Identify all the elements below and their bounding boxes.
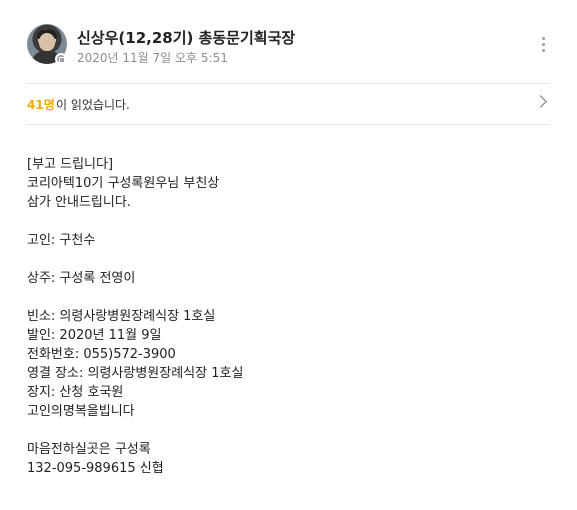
- more-dot-icon: [542, 49, 545, 52]
- content-line: 빈소: 의령사랑병원장례식장 1호실: [27, 309, 216, 324]
- author-name[interactable]: 신상우(12,28기) 총동문기획국장: [77, 27, 295, 48]
- content-line: 영결 장소: 의령사랑병원장례식장 1호실: [27, 366, 244, 381]
- content-line: 삼가 안내드립니다.: [27, 195, 131, 210]
- content-line: 고인: 구천수: [27, 233, 96, 248]
- post-timestamp: 2020년 11월 7일 오후 5:51: [77, 51, 228, 65]
- content-line: 상주: 구성록 전영이: [27, 271, 136, 286]
- content-line: 132-095-989615 신협: [27, 461, 164, 476]
- content-line: 장지: 산청 호국원: [27, 385, 124, 400]
- content-line: 마음전하실곳은 구성록: [27, 442, 151, 457]
- more-vertical-icon[interactable]: [538, 35, 548, 53]
- chevron-right-icon[interactable]: [534, 95, 547, 108]
- read-count: 41명: [27, 98, 55, 112]
- content-divider: [27, 124, 549, 125]
- content-line: 전화번호: 055)572-3900: [27, 347, 176, 362]
- read-status-label: 이 읽었습니다.: [56, 98, 130, 112]
- post-header: 신상우(12,28기) 총동문기획국장 2020년 11월 7일 오후 5:51: [0, 0, 577, 80]
- avatar-face: [39, 33, 55, 51]
- content-line: 고인의명복을빕니다: [27, 404, 135, 419]
- more-dot-icon: [542, 43, 545, 46]
- more-dot-icon: [542, 37, 545, 40]
- content-line: 코리아텍10기 구성록원우님 부친상: [27, 176, 220, 191]
- profile-badge-icon: [55, 53, 67, 65]
- post-content: [부고 드립니다] 코리아텍10기 구성록원우님 부친상 삼가 안내드립니다. …: [27, 155, 547, 478]
- content-line: 발인: 2020년 11월 9일: [27, 328, 162, 343]
- read-receipt-row[interactable]: 41명 이 읽었습니다.: [27, 84, 549, 124]
- content-line: [부고 드립니다]: [27, 157, 114, 172]
